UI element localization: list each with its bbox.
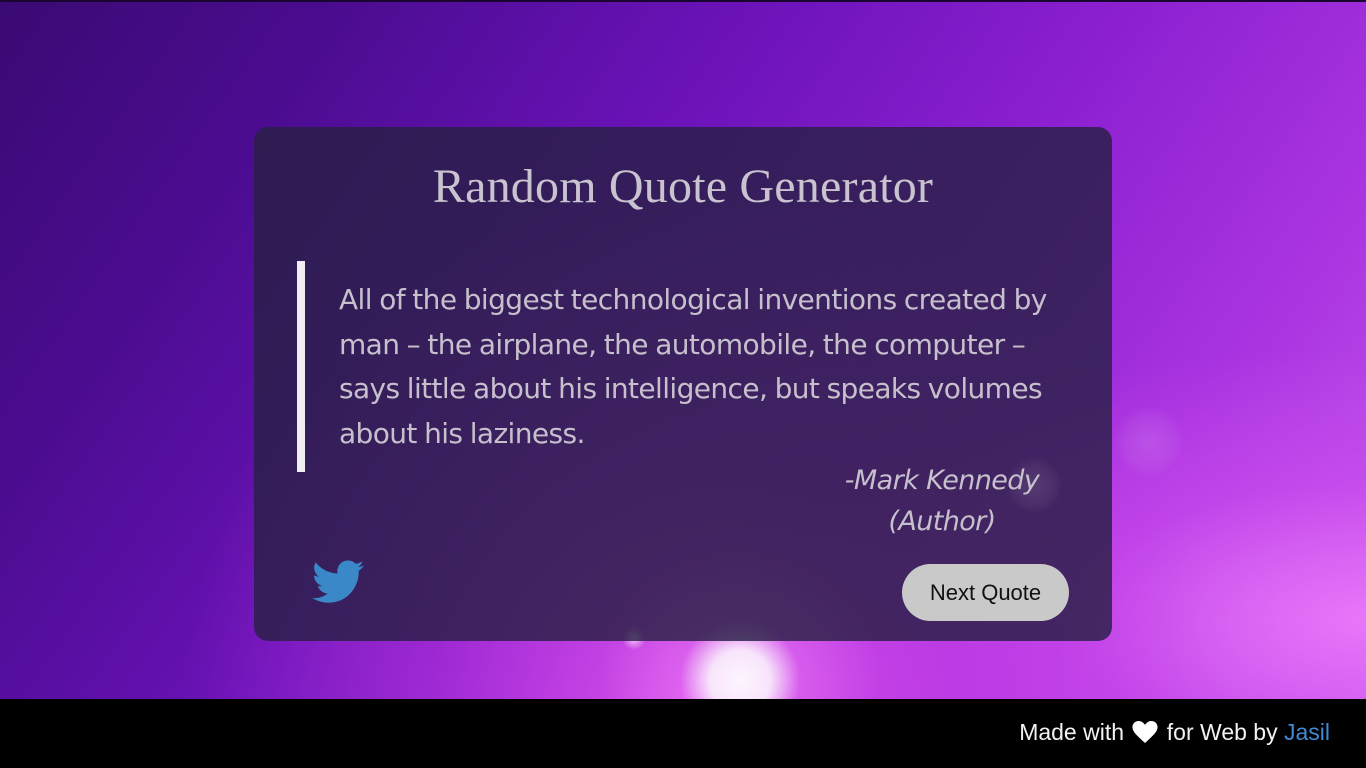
page-title: Random Quote Generator xyxy=(432,160,934,213)
footer: Made with for Web by Jasil xyxy=(0,699,1366,768)
heart-icon xyxy=(1132,721,1158,743)
footer-for-web-by: for Web by xyxy=(1166,719,1278,745)
quote-border xyxy=(297,261,305,472)
footer-made-with: Made with xyxy=(1019,719,1125,745)
author-name: -Mark Kennedy xyxy=(844,465,1040,496)
footer-credit: Made with for Web by Jasil xyxy=(1019,719,1330,746)
author-link[interactable]: Jasil xyxy=(1284,719,1330,745)
quote-card: Random Quote Generator All of the bigges… xyxy=(254,127,1184,641)
quote-text: All of the biggest technological inventi… xyxy=(339,283,1047,450)
next-quote-button[interactable]: Next Quote xyxy=(902,564,1069,621)
quote-author: -Mark Kennedy (Author) xyxy=(814,460,1070,542)
tweet-button[interactable] xyxy=(312,559,364,605)
author-role: (Author) xyxy=(888,506,996,537)
twitter-bird-icon xyxy=(312,560,364,603)
